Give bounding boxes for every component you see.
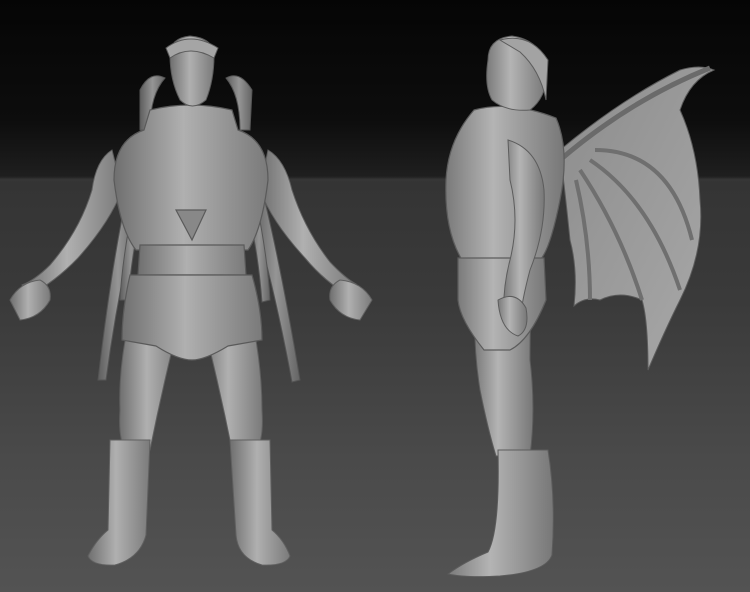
head-side-view (486, 35, 549, 111)
front-view-figure (0, 0, 380, 592)
torso-front-view (113, 104, 269, 361)
head-front-view (165, 35, 219, 107)
sculpt-viewport[interactable] (0, 0, 750, 592)
side-view-figure (380, 0, 750, 592)
wing-side-view (558, 65, 716, 371)
